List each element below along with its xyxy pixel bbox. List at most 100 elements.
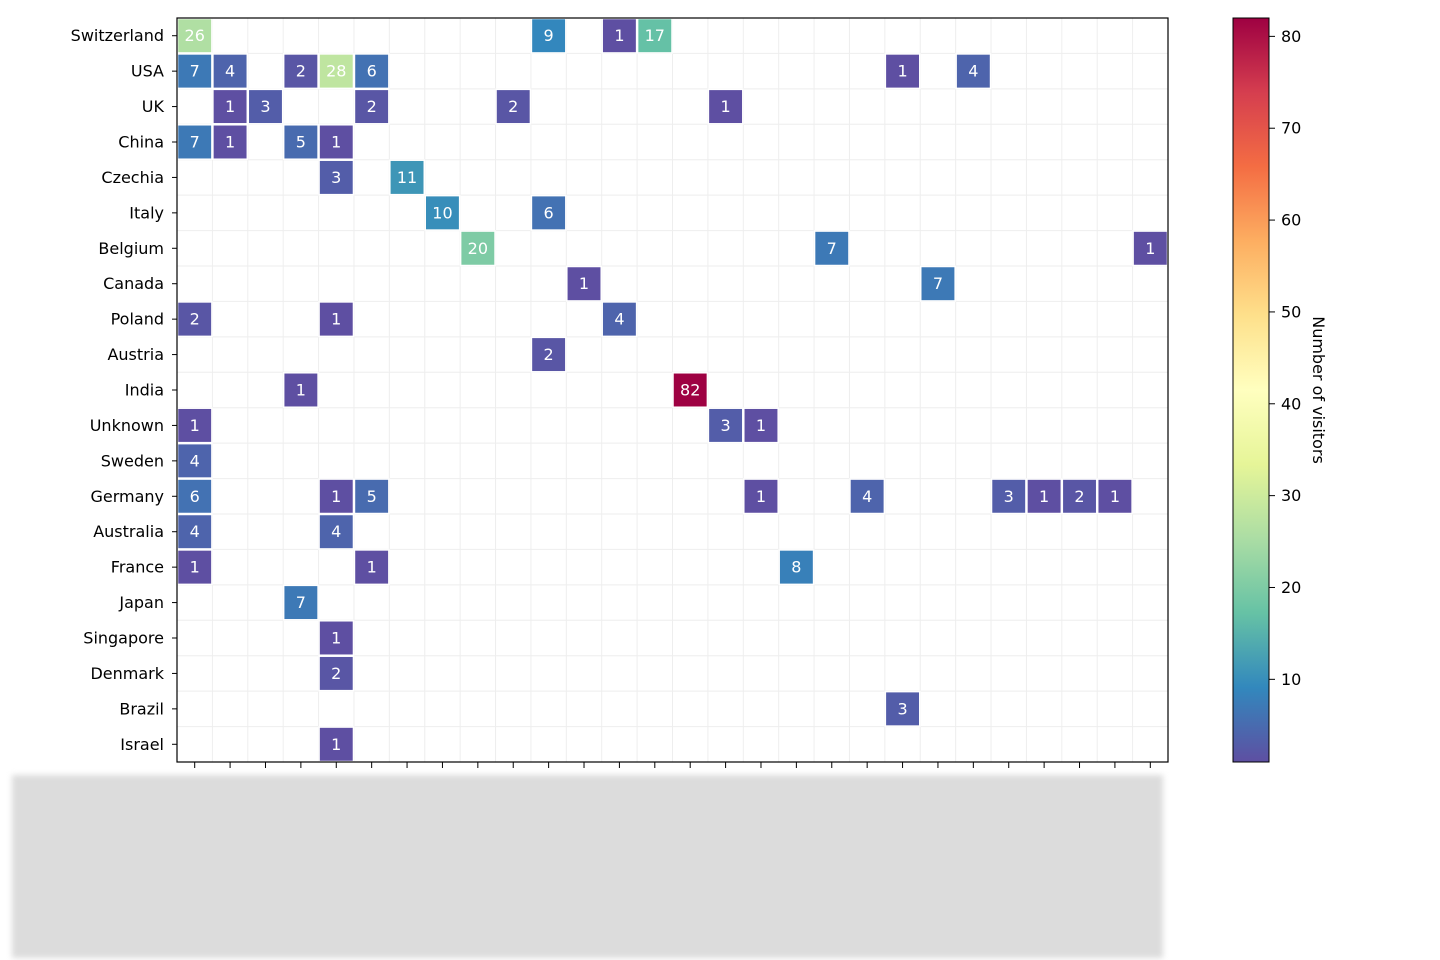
cell-value-label: 4 <box>190 451 200 470</box>
colorbar-tick-label: 70 <box>1281 119 1301 138</box>
y-tick-label: Poland <box>111 310 164 329</box>
heatmap-cell: 1 <box>282 372 319 408</box>
heatmap-cell: 82 <box>672 372 709 408</box>
cell-value-label: 1 <box>367 558 377 577</box>
colorbar-tick-label: 80 <box>1281 27 1301 46</box>
heatmap-cell: 2 <box>1061 478 1098 515</box>
heatmap-cell: 2 <box>530 336 567 373</box>
colorbar: 10 20 30 40 50 60 70 80 Number of visitors <box>1232 17 1328 763</box>
cell-value-label: 1 <box>331 629 341 648</box>
cell-value-label: 5 <box>367 487 377 506</box>
cell-value-label: 1 <box>579 274 589 293</box>
cell-value-label: 4 <box>614 310 624 329</box>
cell-value-label: 7 <box>296 593 306 612</box>
y-tick-label: India <box>125 381 164 400</box>
y-tick-label: Denmark <box>90 664 164 683</box>
heatmap-cell: 1 <box>212 124 249 160</box>
y-tick-label: Sweden <box>101 451 164 470</box>
cell-value-label: 7 <box>190 133 200 152</box>
x-axis <box>194 762 1151 768</box>
blurred-x-tick-labels <box>12 775 1163 958</box>
cell-value-label: 2 <box>331 664 341 683</box>
cell-value-label: 3 <box>331 168 341 187</box>
heatmap-cell: 7 <box>813 230 850 267</box>
heatmap-cell: 6 <box>176 478 213 515</box>
cell-value-label: 3 <box>260 97 270 116</box>
heatmap-cell: 2 <box>495 88 532 125</box>
heatmap-cell: 3 <box>247 88 284 125</box>
y-tick-label: Czechia <box>101 168 164 187</box>
cell-value-label: 1 <box>1145 239 1155 258</box>
cell-value-label: 2 <box>296 62 306 81</box>
heatmap-cell: 6 <box>530 194 567 231</box>
cell-value-label: 4 <box>190 522 200 541</box>
cell-value-label: 2 <box>544 345 554 364</box>
cell-value-label: 1 <box>331 735 341 754</box>
cell-value-label: 8 <box>791 558 801 577</box>
heatmap-cell: 1 <box>743 407 779 444</box>
heatmap-cell: 1 <box>176 407 213 444</box>
cell-value-label: 11 <box>397 168 417 187</box>
cell-value-label: 10 <box>432 203 452 222</box>
cell-value-label: 1 <box>756 487 766 506</box>
cell-value-label: 2 <box>367 97 377 116</box>
heatmap-cell: 3 <box>707 407 744 444</box>
cell-value-label: 7 <box>190 62 200 81</box>
heatmap-cell: 4 <box>849 478 886 515</box>
colorbar-tick-label: 60 <box>1281 211 1301 230</box>
heatmap-cell: 4 <box>601 301 638 338</box>
cell-value-label: 3 <box>1004 487 1014 506</box>
y-tick-label: Unknown <box>90 416 164 435</box>
heatmap-cell: 7 <box>176 124 213 160</box>
colorbar-tick-label: 50 <box>1281 302 1301 321</box>
heatmap-cell: 3 <box>884 690 921 727</box>
y-tick-label: Israel <box>120 735 164 754</box>
cell-value-label: 1 <box>756 416 766 435</box>
heatmap-cell: 4 <box>318 513 355 550</box>
colorbar-tick-label: 40 <box>1281 394 1301 413</box>
cell-value-label: 1 <box>225 97 235 116</box>
cell-value-label: 3 <box>897 699 907 718</box>
cell-value-label: 4 <box>862 487 872 506</box>
y-tick-label: Australia <box>93 522 164 541</box>
heatmap-cell: 1 <box>743 478 779 515</box>
heatmap-cell: 2 <box>353 88 390 125</box>
y-tick-label: Belgium <box>98 239 164 258</box>
heatmap-cell: 17 <box>636 17 673 54</box>
cell-value-label: 1 <box>296 381 306 400</box>
heatmap-cell: 1 <box>1096 478 1133 515</box>
cell-value-label: 1 <box>1039 487 1049 506</box>
cell-value-label: 1 <box>897 62 907 81</box>
heatmap-cell: 2 <box>176 301 213 338</box>
cell-value-label: 7 <box>933 274 943 293</box>
heatmap-cell: 7 <box>920 265 956 302</box>
heatmap-cell: 9 <box>530 17 567 54</box>
heatmap-cell: 1 <box>1026 478 1063 515</box>
y-tick-label: Canada <box>103 274 164 293</box>
cell-value-label: 2 <box>1074 487 1084 506</box>
heatmap-cell: 10 <box>424 194 461 231</box>
heatmap-cell: 4 <box>955 53 992 90</box>
colorbar-tick-label: 20 <box>1281 578 1301 597</box>
cell-value-label: 1 <box>331 487 341 506</box>
heatmap-cell: 4 <box>176 442 213 479</box>
y-tick-label: France <box>111 558 164 577</box>
heatmap-cell: 7 <box>282 584 319 621</box>
cell-value-label: 1 <box>720 97 730 116</box>
colorbar-tick-label: 30 <box>1281 486 1301 505</box>
heatmap-cell: 1 <box>884 53 921 90</box>
heatmap-cell: 2 <box>318 655 355 692</box>
y-tick-label: Brazil <box>119 699 164 718</box>
heatmap-cell: 1 <box>1132 230 1169 267</box>
colorbar-bar <box>1232 17 1270 763</box>
cell-value-label: 2 <box>508 97 518 116</box>
heatmap-cell: 1 <box>601 17 638 54</box>
y-axis: Switzerland USA UK China Czechia Italy Belgium… <box>71 26 177 754</box>
heatmap-cell: 20 <box>459 230 496 267</box>
heatmap-cell: 7 <box>176 53 213 90</box>
heatmap-cell: 5 <box>282 124 319 160</box>
y-tick-label: USA <box>131 62 164 81</box>
y-tick-label: Italy <box>129 203 164 222</box>
cell-value-label: 9 <box>544 26 554 45</box>
colorbar-ticks: 10 20 30 40 50 60 70 80 <box>1269 27 1301 689</box>
